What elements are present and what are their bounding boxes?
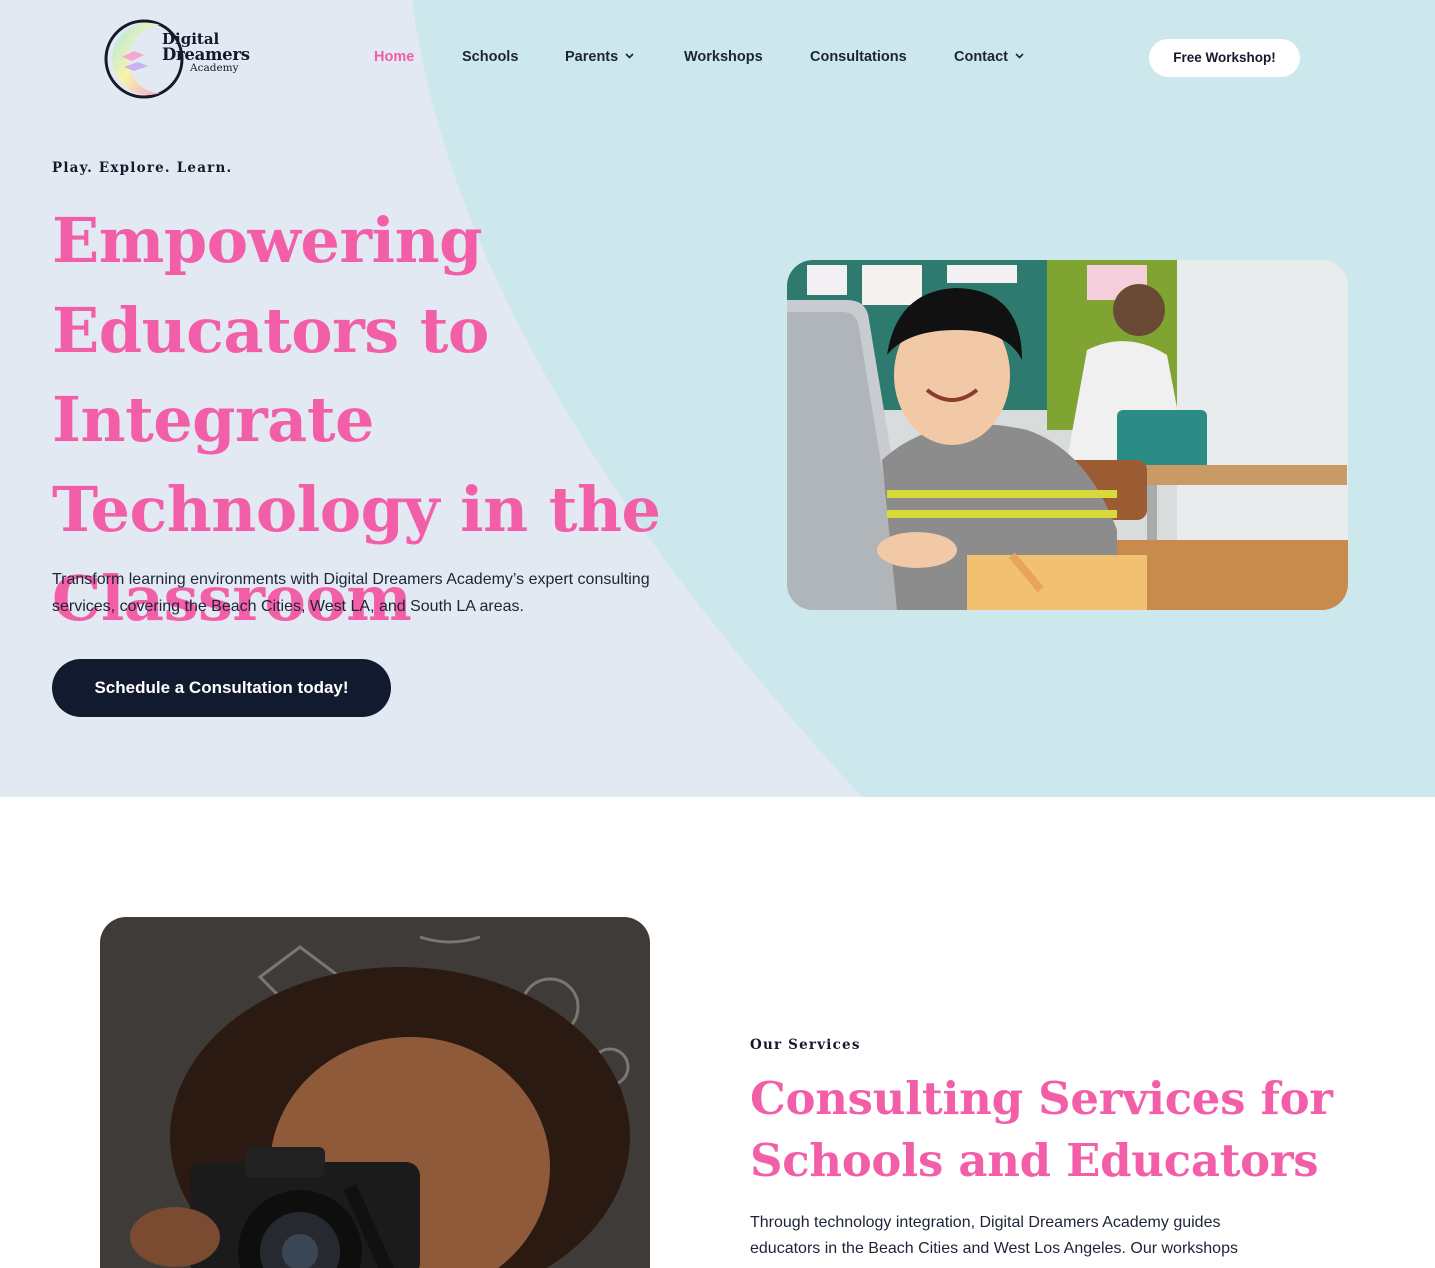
services-photo	[100, 917, 650, 1268]
hero-title-line: Empowering	[52, 204, 483, 277]
hero-title-line: Educators to Integrate	[52, 293, 489, 457]
girl-with-camera-illustration	[100, 917, 650, 1268]
nav-item-home[interactable]: Home	[374, 49, 414, 65]
nav-item-schools[interactable]: Schools	[462, 49, 518, 65]
hero-subtitle: Transform learning environments with Dig…	[52, 566, 732, 620]
free-workshop-button[interactable]: Free Workshop!	[1149, 39, 1300, 77]
hero-eyebrow: Play. Explore. Learn.	[52, 160, 233, 176]
hero-subtitle-line: services, covering the Beach Cities, Wes…	[52, 598, 524, 615]
chevron-down-icon	[1015, 53, 1024, 59]
nav-item-consultations[interactable]: Consultations	[810, 49, 907, 65]
schedule-consultation-button[interactable]: Schedule a Consultation today!	[52, 659, 391, 717]
nav-item-contact[interactable]: Contact	[954, 49, 1024, 65]
services-description-line: Through technology integration, Digital …	[750, 1214, 1221, 1231]
nav-item-workshops[interactable]: Workshops	[684, 49, 763, 65]
services-title: Consulting Services for Schools and Educ…	[750, 1068, 1370, 1192]
hero-section: Digital Dreamers Academy Home Schools Pa…	[0, 0, 1435, 797]
hero-subtitle-line: Transform learning environments with Dig…	[52, 571, 650, 588]
services-title-line: Schools and Educators	[750, 1134, 1319, 1187]
services-title-line: Consulting Services for	[750, 1072, 1333, 1125]
services-eyebrow: Our Services	[750, 1037, 861, 1053]
nav-item-parents-label: Parents	[565, 49, 619, 65]
hero-title-line: Technology in the	[52, 472, 661, 546]
services-description: Through technology integration, Digital …	[750, 1210, 1310, 1262]
hero-classroom-illustration	[787, 260, 1348, 610]
nav-item-contact-label: Contact	[954, 49, 1008, 65]
nav-item-parents[interactable]: Parents	[565, 49, 634, 65]
chevron-down-icon	[625, 53, 634, 59]
hero-classroom-photo	[787, 260, 1348, 610]
services-description-line: educators in the Beach Cities and West L…	[750, 1240, 1238, 1257]
